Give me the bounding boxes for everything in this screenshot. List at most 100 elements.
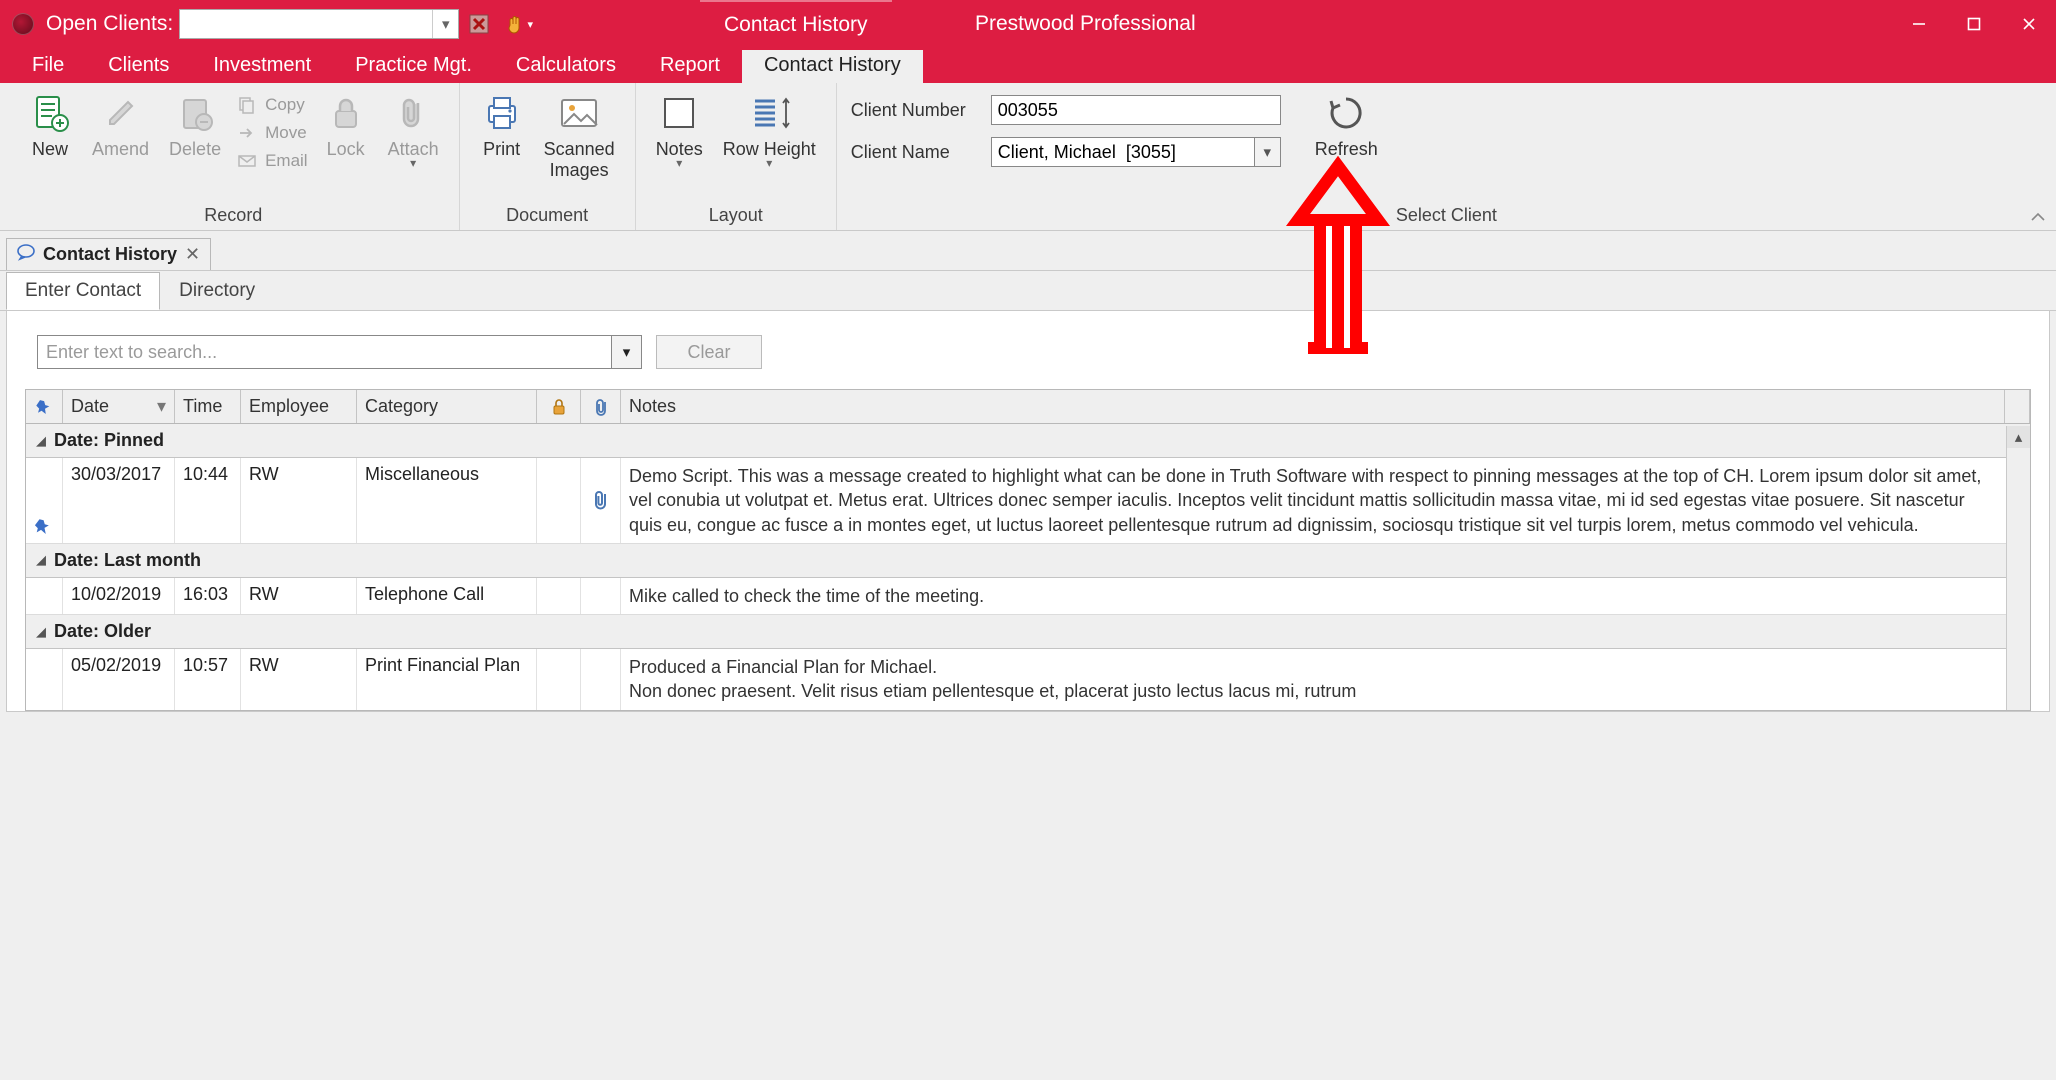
- close-icon: [468, 13, 490, 35]
- tab-report[interactable]: Report: [638, 50, 742, 83]
- notes-button[interactable]: Notes ▾: [646, 89, 713, 172]
- delete-label: Delete: [169, 139, 221, 160]
- subtab-directory[interactable]: Directory: [160, 272, 274, 310]
- cell-date: 10/02/2019: [63, 578, 175, 614]
- pin-icon: [35, 517, 53, 537]
- email-label: Email: [265, 151, 308, 171]
- open-clients-combo[interactable]: ▾: [179, 9, 459, 39]
- attach-button[interactable]: Attach ▾: [378, 89, 449, 172]
- layout-group-label: Layout: [646, 205, 826, 228]
- tab-practice-mgt[interactable]: Practice Mgt.: [333, 50, 494, 83]
- hand-tool-button[interactable]: ▾: [505, 10, 533, 38]
- tab-calculators[interactable]: Calculators: [494, 50, 638, 83]
- close-button[interactable]: [2001, 0, 2056, 48]
- app-title: Prestwood Professional: [975, 0, 1891, 48]
- row-height-icon: [747, 91, 791, 135]
- tab-contact-history[interactable]: Contact History: [742, 50, 923, 83]
- lock-label: Lock: [327, 139, 365, 160]
- minimize-button[interactable]: [1891, 0, 1946, 48]
- group-header-older[interactable]: ◢Date: Older: [26, 615, 2030, 649]
- subtab-enter-contact[interactable]: Enter Contact: [6, 272, 160, 310]
- printer-icon: [480, 91, 524, 135]
- chevron-down-icon[interactable]: ▾: [1255, 137, 1281, 167]
- group-label: Date: Last month: [54, 550, 201, 571]
- copy-icon: [237, 97, 259, 113]
- refresh-button[interactable]: Refresh: [1305, 89, 1388, 162]
- refresh-label: Refresh: [1315, 139, 1378, 160]
- amend-label: Amend: [92, 139, 149, 160]
- tab-file[interactable]: File: [10, 50, 86, 83]
- col-pin[interactable]: [26, 390, 63, 423]
- pin-icon: [36, 398, 52, 416]
- hand-icon: [505, 13, 525, 35]
- row-height-button[interactable]: Row Height ▾: [713, 89, 826, 172]
- ribbon-group-document: Print Scanned Images Document: [460, 83, 636, 230]
- image-icon: [557, 91, 601, 135]
- move-button[interactable]: Move: [231, 121, 314, 145]
- table-row[interactable]: 05/02/2019 10:57 RW Print Financial Plan…: [26, 649, 2030, 710]
- contact-grid: Date▾ Time Employee Category Notes ◢Date…: [25, 389, 2031, 711]
- copy-label: Copy: [265, 95, 305, 115]
- tab-investment[interactable]: Investment: [191, 50, 333, 83]
- cell-employee: RW: [241, 458, 357, 543]
- delete-button[interactable]: Delete: [159, 89, 231, 162]
- col-lock[interactable]: [537, 390, 581, 423]
- scanned-images-button[interactable]: Scanned Images: [534, 89, 625, 183]
- titlebar-context-tab: Contact History: [700, 0, 892, 48]
- cell-employee: RW: [241, 578, 357, 614]
- cell-date: 05/02/2019: [63, 649, 175, 710]
- client-name-combo[interactable]: [991, 137, 1255, 167]
- lock-button[interactable]: Lock: [314, 89, 378, 162]
- open-clients-label: Open Clients:: [46, 12, 173, 36]
- scanned-images-label: Scanned Images: [544, 139, 615, 181]
- collapse-icon: ◢: [36, 552, 46, 568]
- col-time[interactable]: Time: [175, 390, 241, 423]
- col-category[interactable]: Category: [357, 390, 537, 423]
- app-icon: [12, 13, 34, 35]
- col-attachment[interactable]: [581, 390, 621, 423]
- scroll-up-icon[interactable]: ▴: [2007, 426, 2030, 448]
- cell-notes: Demo Script. This was a message created …: [621, 458, 2030, 543]
- cell-notes: Produced a Financial Plan for Michael. N…: [621, 649, 2030, 710]
- cell-attachment: [581, 458, 621, 543]
- group-header-pinned[interactable]: ◢Date: Pinned: [26, 424, 2030, 458]
- ribbon: New Amend Delete Copy Move Email Lock: [0, 83, 2056, 231]
- pencil-icon: [99, 91, 143, 135]
- col-notes[interactable]: Notes: [621, 390, 2005, 423]
- group-header-last-month[interactable]: ◢ Date: Last month: [26, 544, 2030, 578]
- table-row[interactable]: 10/02/2019 16:03 RW Telephone Call Mike …: [26, 578, 2030, 615]
- tab-clients[interactable]: Clients: [86, 50, 191, 83]
- maximize-button[interactable]: [1946, 0, 2001, 48]
- email-button[interactable]: Email: [231, 149, 314, 173]
- table-row[interactable]: 30/03/2017 10:44 RW Miscellaneous Demo S…: [26, 458, 2030, 544]
- doc-tab-contact-history[interactable]: Contact History ✕: [6, 238, 211, 270]
- new-button[interactable]: New: [18, 89, 82, 162]
- print-button[interactable]: Print: [470, 89, 534, 162]
- titlebar: Open Clients: ▾ ▾ Contact History Prestw…: [0, 0, 2056, 48]
- grid-header: Date▾ Time Employee Category Notes: [26, 390, 2030, 424]
- ribbon-collapse-icon[interactable]: [2030, 210, 2046, 227]
- cell-lock: [537, 649, 581, 710]
- search-row: ▾ Clear: [37, 335, 2031, 369]
- record-mini-actions: Copy Move Email: [231, 89, 314, 173]
- copy-button[interactable]: Copy: [231, 93, 314, 117]
- search-dropdown-button[interactable]: ▾: [612, 335, 642, 369]
- search-box: ▾: [37, 335, 642, 369]
- search-input[interactable]: [37, 335, 612, 369]
- col-date[interactable]: Date▾: [63, 390, 175, 423]
- chevron-down-icon[interactable]: ▾: [432, 10, 458, 38]
- collapse-icon: ◢: [36, 624, 46, 640]
- client-number-input[interactable]: [991, 95, 1281, 125]
- move-icon: [237, 125, 259, 141]
- col-date-label: Date: [71, 396, 109, 417]
- cell-time: 10:44: [175, 458, 241, 543]
- vertical-scrollbar[interactable]: ▴: [2006, 426, 2030, 710]
- clear-button[interactable]: Clear: [656, 335, 762, 369]
- paperclip-icon: [594, 397, 608, 417]
- close-tab-icon[interactable]: ✕: [185, 244, 200, 265]
- group-label: Date: Pinned: [54, 430, 164, 451]
- amend-button[interactable]: Amend: [82, 89, 159, 162]
- close-client-button[interactable]: [465, 10, 493, 38]
- menu-tabs: File Clients Investment Practice Mgt. Ca…: [0, 48, 2056, 83]
- col-employee[interactable]: Employee: [241, 390, 357, 423]
